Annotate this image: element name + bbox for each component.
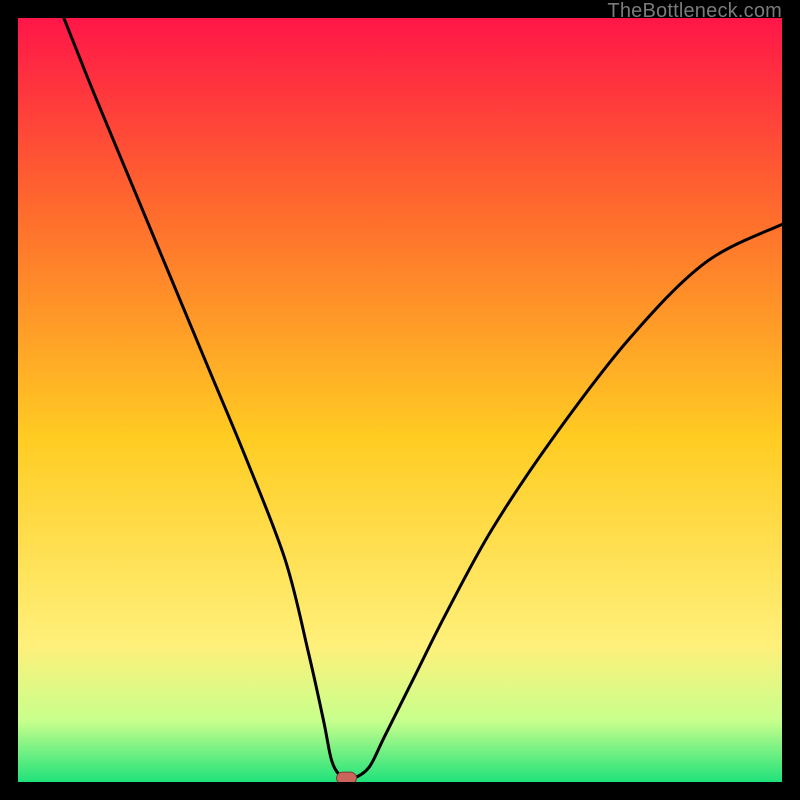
chart-frame bbox=[18, 18, 782, 782]
gradient-background bbox=[18, 18, 782, 782]
optimal-marker bbox=[337, 772, 357, 782]
bottleneck-chart bbox=[18, 18, 782, 782]
